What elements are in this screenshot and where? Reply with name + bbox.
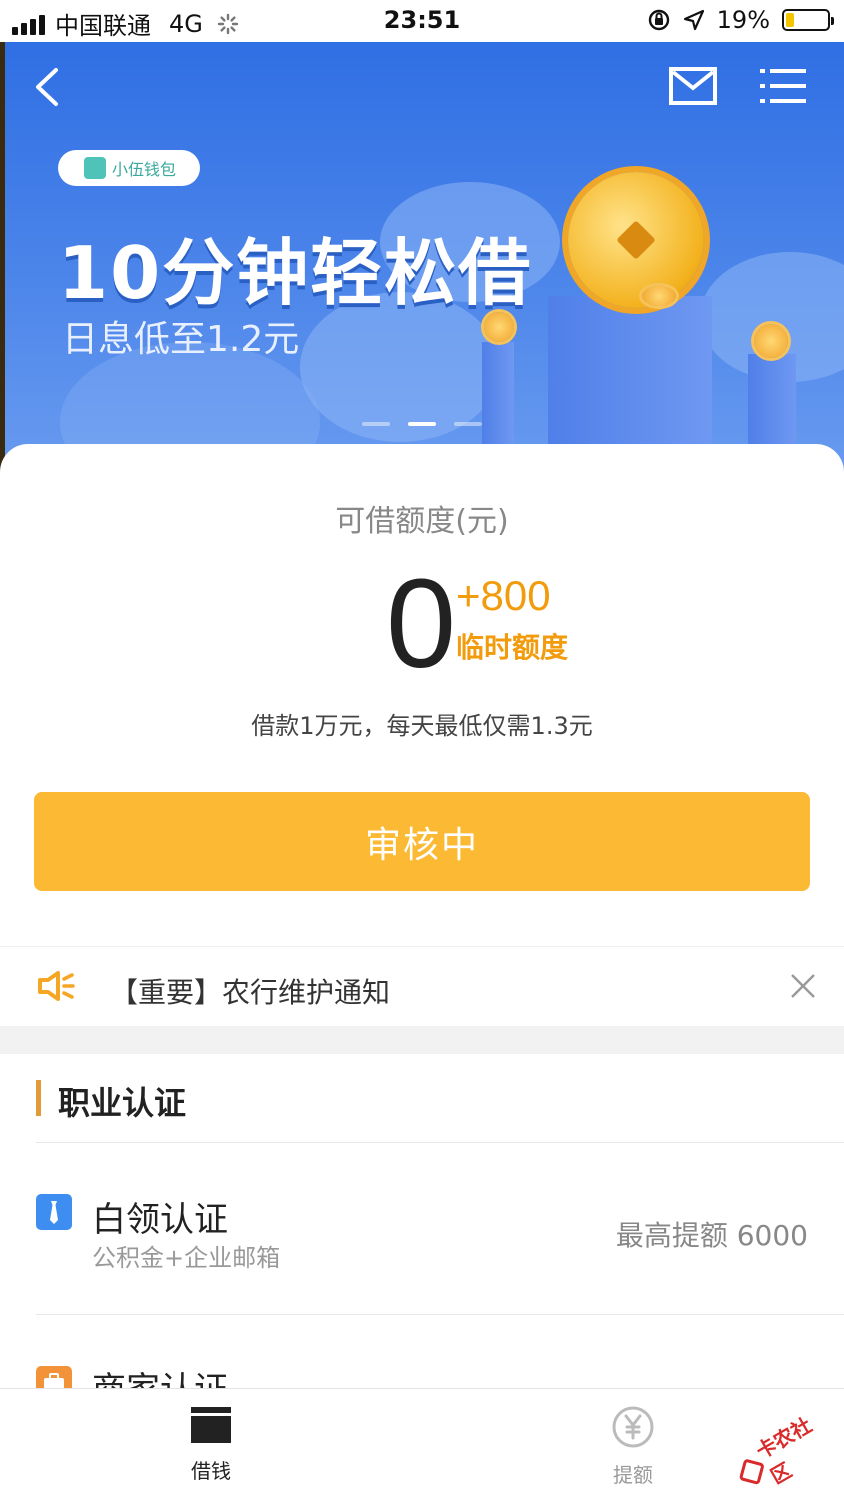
gold-coin-icon: [568, 172, 704, 308]
tab-label: 提额: [613, 1463, 653, 1487]
battery-level: [786, 13, 794, 27]
speaker-icon: [38, 971, 75, 1001]
coin-stack-icon: [642, 286, 676, 306]
menu-icon[interactable]: [758, 64, 808, 108]
battery-icon: [782, 9, 834, 31]
battery-percent: 19%: [716, 6, 770, 34]
banner-subline: 日息低至1.2元: [62, 319, 300, 360]
back-arrow-icon[interactable]: [28, 62, 78, 112]
tie-icon: [36, 1194, 72, 1230]
tab-borrow[interactable]: 借钱: [161, 1405, 261, 1484]
small-coin-icon: [484, 312, 514, 342]
credit-amount: 0: [386, 553, 457, 694]
tab-label: 借钱: [191, 1459, 231, 1483]
status-bar: 中国联通 4G 23:51 19%: [0, 0, 844, 42]
bottom-tab-bar: 借钱 提额: [0, 1388, 844, 1500]
carousel-dot[interactable]: [362, 422, 390, 426]
tab-raise-limit[interactable]: 提额: [583, 1405, 683, 1488]
divider: [36, 1142, 844, 1143]
carousel-dot[interactable]: [454, 422, 482, 426]
brand-badge: 小伍钱包: [58, 150, 200, 186]
banner-edge: [0, 42, 5, 482]
credit-card: 可借额度(元) 0 +800 临时额度 借款1万元，每天最低仅需1.3元 审核中: [0, 444, 844, 946]
mail-icon[interactable]: [668, 64, 718, 108]
yuan-circle-icon: [612, 1406, 654, 1448]
section-accent-bar: [36, 1080, 41, 1116]
item-subtitle: 公积金+企业邮箱: [92, 1244, 281, 1272]
clock-coin-icon: [754, 324, 788, 358]
item-limit: 最高提额 6000: [615, 1219, 808, 1252]
carousel-dot[interactable]: [408, 422, 436, 426]
notice-text[interactable]: 【重要】农行维护通知: [110, 971, 390, 1011]
divider: [36, 1314, 844, 1315]
loan-promo-text: 借款1万元，每天最低仅需1.3元: [251, 712, 593, 740]
close-icon[interactable]: [790, 973, 816, 999]
brand-name: 小伍钱包: [112, 160, 177, 179]
notice-bar[interactable]: 【重要】农行维护通知: [0, 946, 844, 1026]
carousel-indicators[interactable]: [362, 422, 482, 426]
rotation-lock-icon: [648, 9, 669, 31]
promo-banner[interactable]: 小伍钱包 10分钟轻松借 日息低至1.2元: [0, 42, 844, 482]
location-icon: [683, 9, 704, 31]
temp-credit-amount: +800: [456, 572, 551, 619]
status-right: 19%: [647, 6, 834, 34]
temp-credit-label: 临时额度: [456, 631, 569, 664]
brand-logo-icon: [84, 157, 106, 179]
credit-label: 可借额度(元): [335, 504, 509, 539]
career-certification-section: 职业认证 白领认证 公积金+企业邮箱 最高提额 6000 商家认证: [0, 1054, 844, 1410]
wallet-icon: [191, 1407, 231, 1443]
review-status-button[interactable]: 审核中: [34, 792, 810, 891]
banner-headline: 10分钟轻松借: [58, 231, 533, 315]
section-title: 职业认证: [58, 1084, 187, 1122]
item-title: 白领认证: [92, 1200, 228, 1240]
